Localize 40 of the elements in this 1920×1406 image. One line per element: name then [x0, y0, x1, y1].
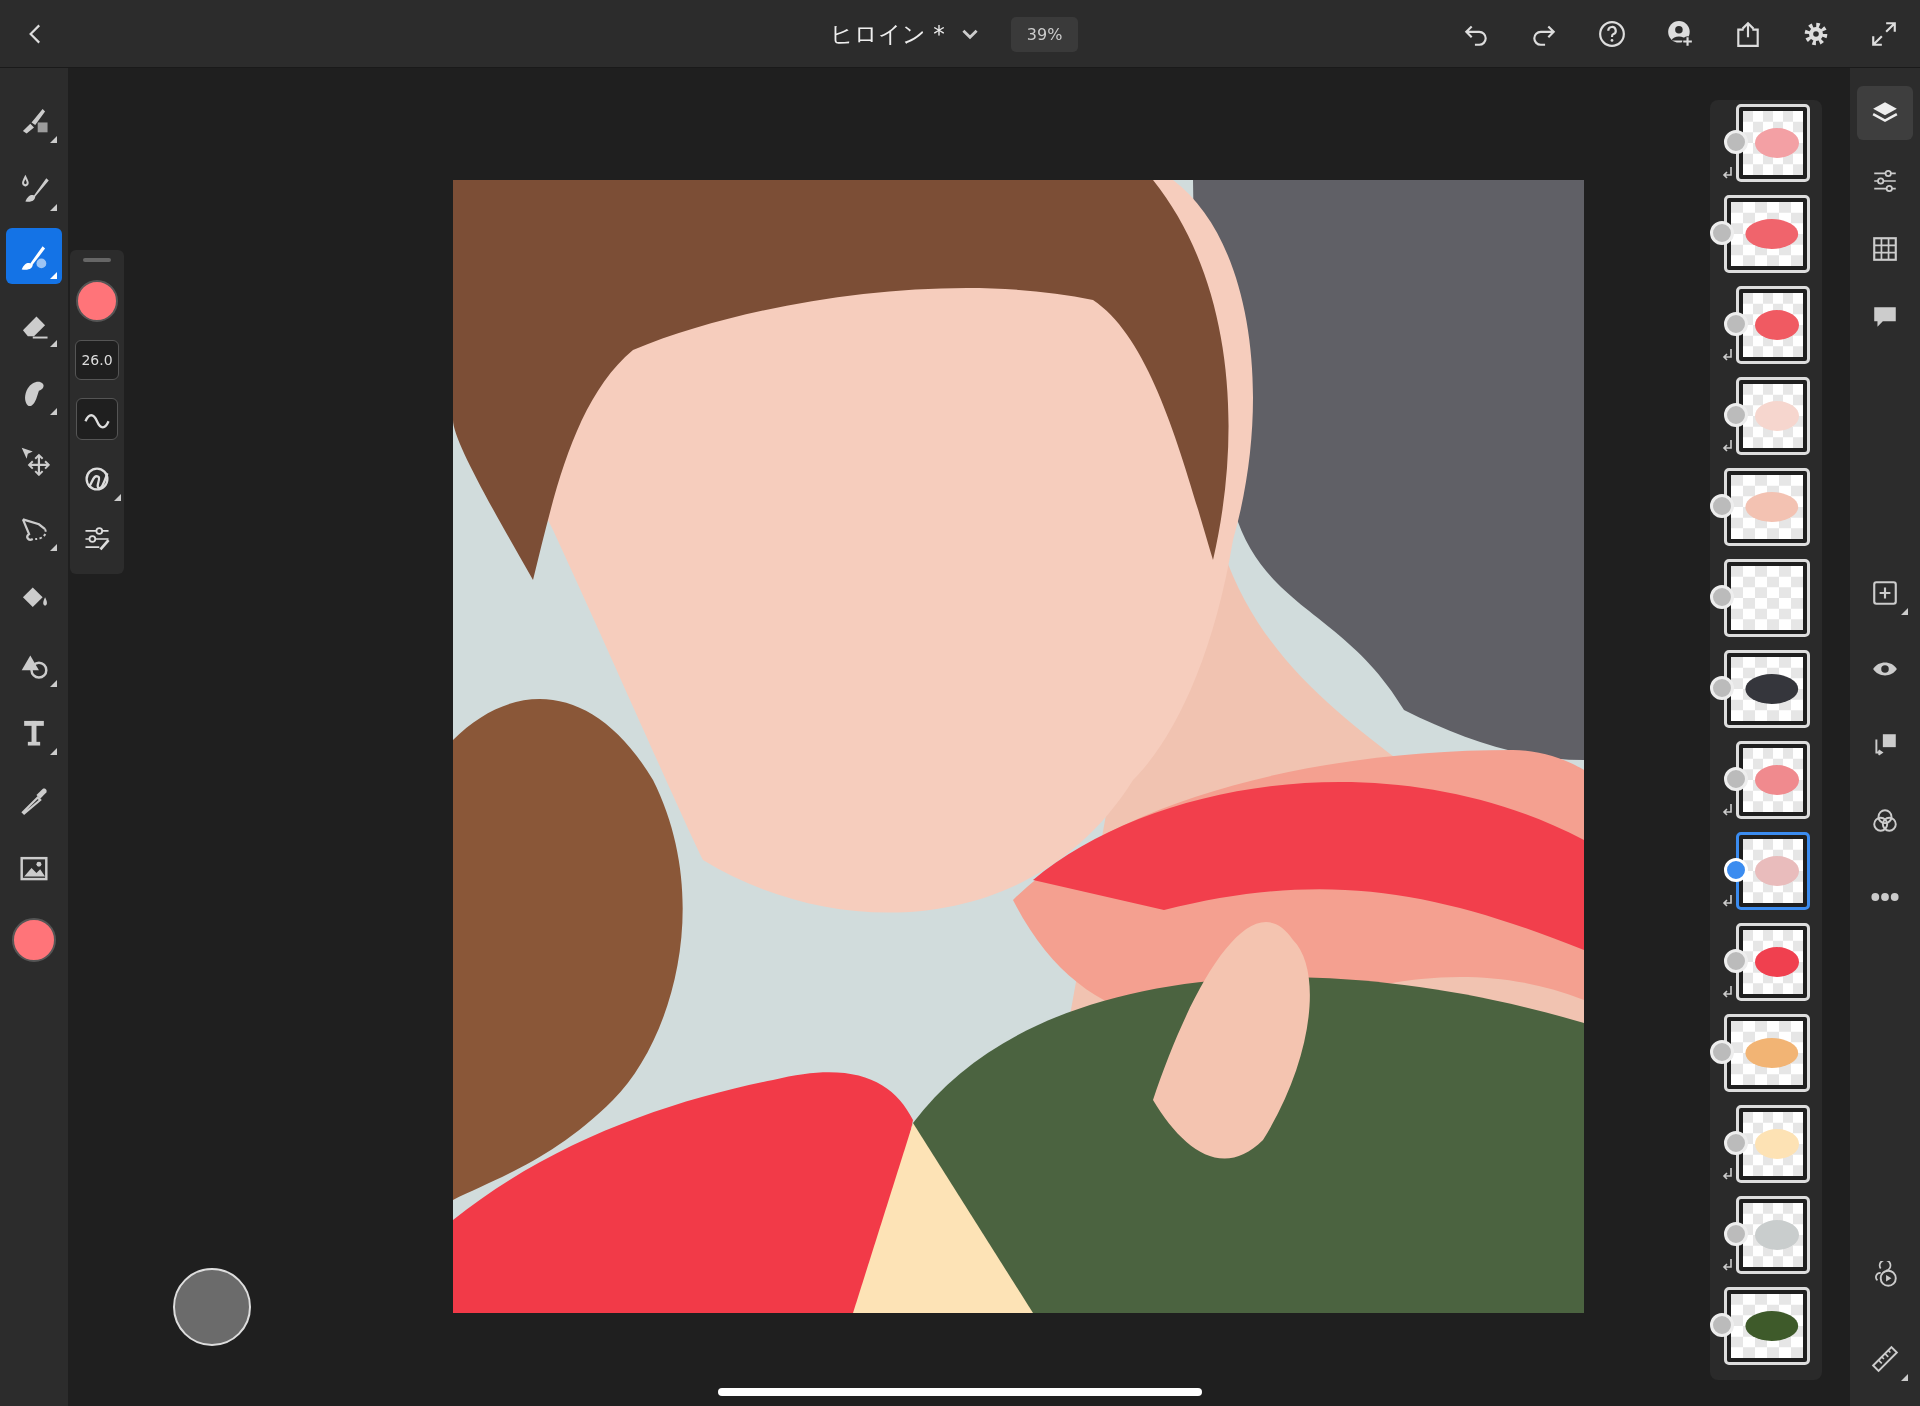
layer-toggle[interactable] — [1710, 585, 1734, 609]
clip-arrow-icon — [1722, 1258, 1734, 1272]
add-layer-icon — [1871, 579, 1899, 607]
clip-arrow-icon — [1722, 166, 1734, 180]
fullscreen-icon[interactable] — [1870, 19, 1898, 48]
layer-toggle[interactable] — [1724, 1222, 1748, 1246]
clip-arrow-icon — [1722, 803, 1734, 817]
grid-icon — [1871, 235, 1899, 263]
help-icon[interactable] — [1598, 19, 1626, 48]
clip-arrow-icon — [1722, 348, 1734, 362]
layer-toggle[interactable] — [1724, 312, 1748, 336]
share-icon[interactable] — [1734, 19, 1762, 48]
layer-toggle[interactable] — [1724, 949, 1748, 973]
panel-tab[interactable] — [1857, 86, 1913, 140]
brush-size-field[interactable]: 26.0 — [75, 340, 119, 380]
layer-toggle[interactable] — [1724, 403, 1748, 427]
more-icon — [1871, 893, 1899, 901]
layer-toggle[interactable] — [1724, 1131, 1748, 1155]
clip-arrow-icon — [1722, 439, 1734, 453]
layer-toggle[interactable] — [1710, 221, 1734, 245]
tool-button[interactable] — [6, 228, 62, 284]
sliders-icon — [1871, 167, 1899, 195]
layer-toggle[interactable] — [1710, 676, 1734, 700]
document-title[interactable]: ヒロイン * — [830, 18, 945, 50]
layer-toggle[interactable] — [1724, 767, 1748, 791]
clip-arrow-icon — [1722, 1167, 1734, 1181]
layer-toggle[interactable] — [1724, 130, 1748, 154]
color-swatch[interactable] — [12, 918, 56, 962]
layer-thumbnail[interactable] — [1736, 832, 1810, 910]
layer-toggle[interactable] — [1710, 494, 1734, 518]
invite-icon[interactable] — [1666, 19, 1694, 48]
ruler-icon — [1871, 1345, 1899, 1373]
clip-arrow-icon — [1722, 894, 1734, 908]
brush-option-button[interactable] — [76, 398, 118, 440]
layer-toggle[interactable] — [1710, 1313, 1734, 1337]
blend-icon — [1871, 807, 1899, 835]
zoom-level[interactable]: 39% — [1010, 16, 1079, 52]
clip-arrow-icon — [1722, 985, 1734, 999]
layer-toggle[interactable] — [1710, 1040, 1734, 1064]
brush-color-swatch[interactable] — [76, 280, 118, 322]
